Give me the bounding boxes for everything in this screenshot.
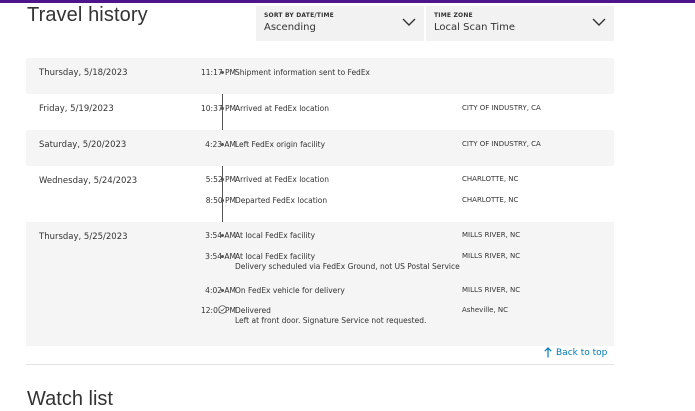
- timeline-dot: [221, 143, 224, 146]
- timeline-dot: [221, 178, 224, 181]
- chevron-down-icon: [402, 18, 416, 26]
- back-to-top-label: Back to top: [556, 347, 608, 358]
- page-title: Travel history: [27, 4, 148, 26]
- sort-caption: SORT BY DATE/TIME: [264, 12, 334, 19]
- section-divider: [26, 364, 614, 365]
- timeline-dot: [221, 234, 224, 237]
- chevron-down-icon: [592, 18, 606, 26]
- event-time: 11:17 PM: [201, 68, 236, 77]
- history-event: 3:54 AM At local FedEx facility Delivery…: [26, 252, 614, 276]
- event-note: Delivery scheduled via FedEx Ground, not…: [235, 262, 460, 271]
- history-event: 5:52 PM Arrived at FedEx location CHARLO…: [26, 175, 614, 189]
- history-event: 12:01 PM Delivered Left at front door. S…: [26, 305, 614, 330]
- event-location: Asheville, NC: [462, 306, 509, 314]
- timeline-dot: [221, 71, 224, 74]
- event-description: Departed FedEx location: [235, 196, 328, 205]
- back-to-top-link[interactable]: Back to top: [544, 347, 607, 358]
- event-location: CITY OF INDUSTRY, CA: [462, 140, 541, 148]
- timezone-value: Local Scan Time: [434, 22, 516, 33]
- event-description: At local FedEx facility: [235, 231, 316, 240]
- sort-value: Ascending: [264, 22, 316, 33]
- history-event: 3:54 AM At local FedEx facility MILLS RI…: [26, 231, 614, 245]
- history-day-group: Saturday, 5/20/2023 4:23 AM Left FedEx o…: [26, 130, 614, 166]
- timezone-select[interactable]: TIME ZONE Local Scan Time: [426, 6, 614, 41]
- watch-list-heading: Watch list: [27, 388, 113, 410]
- history-event: 11:17 PM Shipment information sent to Fe…: [26, 68, 614, 82]
- history-event: 8:50 PM Departed FedEx location CHARLOTT…: [26, 196, 614, 210]
- timeline-dot: [221, 107, 224, 110]
- event-description: At local FedEx facility: [235, 252, 316, 261]
- event-description: On FedEx vehicle for delivery: [235, 286, 345, 295]
- event-description: Arrived at FedEx location: [235, 175, 329, 184]
- event-description: Delivered: [235, 306, 271, 315]
- history-day-group: Thursday, 5/25/2023 3:54 AM At local Fed…: [26, 222, 614, 346]
- event-time: 10:37 PM: [201, 104, 236, 113]
- event-location: MILLS RIVER, NC: [462, 231, 521, 239]
- check-circle-icon: [218, 305, 227, 314]
- history-day-group: Wednesday, 5/24/2023 5:52 PM Arrived at …: [26, 166, 614, 222]
- event-description: Left FedEx origin facility: [235, 140, 326, 149]
- timezone-caption: TIME ZONE: [434, 12, 473, 19]
- history-event: 10:37 PM Arrived at FedEx location CITY …: [26, 104, 614, 118]
- arrow-up-icon: [544, 347, 552, 358]
- history-day-group: Friday, 5/19/2023 10:37 PM Arrived at Fe…: [26, 94, 614, 130]
- event-location: MILLS RIVER, NC: [462, 286, 521, 294]
- history-event: 4:02 AM On FedEx vehicle for delivery MI…: [26, 286, 614, 300]
- event-location: CITY OF INDUSTRY, CA: [462, 104, 541, 112]
- timeline-dot: [221, 199, 224, 202]
- travel-history-list: Thursday, 5/18/2023 11:17 PM Shipment in…: [26, 58, 614, 346]
- top-accent-bar: [0, 0, 695, 3]
- timeline-dot: [221, 255, 224, 258]
- history-day-group: Thursday, 5/18/2023 11:17 PM Shipment in…: [26, 58, 614, 94]
- event-description: Arrived at FedEx location: [235, 104, 329, 113]
- history-event: 4:23 AM Left FedEx origin facility CITY …: [26, 140, 614, 154]
- sort-select[interactable]: SORT BY DATE/TIME Ascending: [256, 6, 424, 41]
- event-location: MILLS RIVER, NC: [462, 252, 521, 260]
- event-note: Left at front door. Signature Service no…: [235, 316, 427, 325]
- event-location: CHARLOTTE, NC: [462, 175, 519, 183]
- event-description: Shipment information sent to FedEx: [235, 68, 370, 77]
- timeline-dot: [221, 289, 224, 292]
- event-location: CHARLOTTE, NC: [462, 196, 519, 204]
